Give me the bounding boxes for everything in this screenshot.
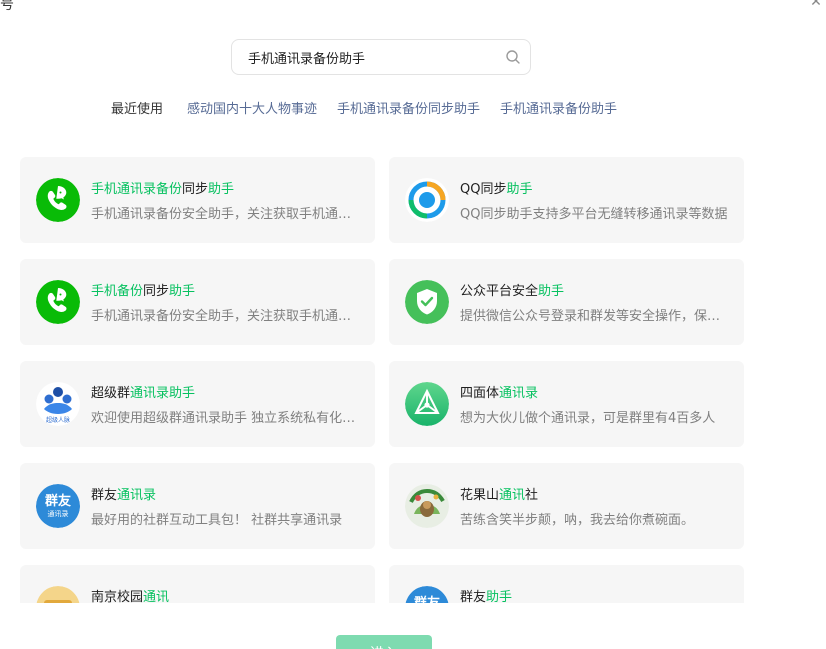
result-name-part: 花果山 (460, 488, 500, 503)
phone-chat-green-icon (36, 178, 80, 222)
result-description: 最好用的社群互动工具包！ 社群共享通讯录 (91, 513, 343, 528)
result-name-part: 同步 (143, 284, 170, 299)
search-icon[interactable] (505, 49, 521, 65)
qq-sync-icon (405, 178, 449, 222)
result-name-part: 同步 (182, 182, 209, 197)
result-name-part: 通讯 (143, 590, 170, 603)
shield-check-icon (405, 280, 449, 324)
super-group-icon: 超级人脉 (36, 382, 80, 426)
result-name: 群友通讯录 (91, 484, 156, 503)
result-name-part: 助手 (486, 590, 513, 603)
result-name-part: 通讯录助手 (130, 386, 196, 401)
result-name: QQ同步助手 (460, 178, 532, 197)
result-card[interactable]: 群友 通讯录 群友通讯录 最好用的社群互动工具包！ 社群共享通讯录 (20, 463, 375, 549)
result-description: 手机通讯录备份安全助手，关注获取手机通讯录备份服务 (91, 309, 359, 324)
result-name-part: 社 (525, 488, 539, 503)
result-description: 想为大伙儿做个通讯录，可是群里有4百多人 (460, 411, 716, 426)
result-name-part: 通讯 (499, 488, 526, 503)
result-name-part: 助手 (169, 284, 196, 299)
result-name-part: 超级群 (91, 386, 131, 401)
window-title: 号 (0, 0, 14, 13)
result-description: 欢迎使用超级群通讯录助手 独立系统私有化部署 (91, 411, 359, 426)
result-name: 公众平台安全助手 (460, 280, 564, 299)
result-name-part: 群友 (91, 488, 118, 503)
result-name: 手机备份同步助手 (91, 280, 195, 299)
monkey-avatar-icon (405, 484, 449, 528)
recent-item[interactable]: 感动国内十大人物事迹 (187, 98, 317, 117)
tetrahedron-icon (405, 382, 449, 426)
result-card[interactable]: 群友通讯录群友助手 (389, 565, 744, 603)
result-name: 手机通讯录备份同步助手 (91, 178, 234, 197)
result-name-part: 通讯录 (499, 386, 539, 401)
close-icon[interactable]: ✕ (808, 0, 824, 10)
search-input[interactable] (248, 40, 498, 74)
enter-button[interactable]: 进入 (336, 635, 432, 649)
svg-text:群友: 群友 (45, 493, 71, 509)
result-name: 超级群通讯录助手 (91, 382, 195, 401)
result-name-part: 助手 (208, 182, 235, 197)
result-name-part: 公众平台安全 (460, 284, 539, 299)
phone-chat-green-icon (36, 280, 80, 324)
result-name: 南京校园通讯 (91, 586, 169, 603)
result-name-part: 四面体 (460, 386, 500, 401)
result-card[interactable]: 公众平台安全助手提供微信公众号登录和群发等安全操作，保障帐号安全 (389, 259, 744, 345)
result-name-part: 手机通讯录备份 (91, 182, 183, 197)
recent-searches: 最近使用 感动国内十大人物事迹 手机通讯录备份同步助手 手机通讯录备份助手 (111, 97, 637, 117)
result-name: 四面体通讯录 (460, 382, 538, 401)
svg-text:通讯录: 通讯录 (48, 509, 69, 518)
campus-icon (36, 586, 80, 603)
result-card[interactable]: 超级人脉 超级群通讯录助手欢迎使用超级群通讯录助手 独立系统私有化部署 (20, 361, 375, 447)
qunyou-icon: 群友通讯录 (405, 586, 449, 603)
result-description: 提供微信公众号登录和群发等安全操作，保障帐号安全 (460, 309, 728, 324)
result-name-part: 手机备份 (91, 284, 144, 299)
result-card[interactable]: 花果山通讯社苦练含笑半步颠，呐，我去给你煮碗面。 (389, 463, 744, 549)
results-grid: 手机通讯录备份同步助手手机通讯录备份安全助手，关注获取手机通讯录备份服务QQ同步… (20, 157, 744, 603)
result-description: 手机通讯录备份安全助手，关注获取手机通讯录备份服务 (91, 207, 359, 222)
result-name-part: 助手 (538, 284, 565, 299)
result-name: 花果山通讯社 (460, 484, 538, 503)
svg-text:超级人脉: 超级人脉 (46, 416, 70, 424)
recent-item[interactable]: 手机通讯录备份同步助手 (337, 98, 480, 117)
recent-label: 最近使用 (111, 101, 164, 117)
result-card[interactable]: 手机通讯录备份同步助手手机通讯录备份安全助手，关注获取手机通讯录备份服务 (20, 157, 375, 243)
result-name-part: 南京校园 (91, 590, 144, 603)
result-card[interactable]: 四面体通讯录想为大伙儿做个通讯录，可是群里有4百多人 (389, 361, 744, 447)
result-name-part: 助手 (506, 182, 533, 197)
recent-item[interactable]: 手机通讯录备份助手 (500, 98, 617, 117)
search-box[interactable] (231, 39, 531, 75)
result-description: QQ同步助手支持多平台无缝转移通讯录等数据 (460, 207, 728, 222)
result-name-part: 通讯录 (117, 488, 157, 503)
svg-text:群友: 群友 (414, 595, 440, 603)
qunyou-icon: 群友通讯录 (36, 484, 80, 528)
result-card[interactable]: 手机备份同步助手手机通讯录备份安全助手，关注获取手机通讯录备份服务 (20, 259, 375, 345)
result-card[interactable]: 南京校园通讯 (20, 565, 375, 603)
result-name-part: QQ同步 (460, 182, 507, 197)
result-description: 苦练含笑半步颠，呐，我去给你煮碗面。 (460, 513, 695, 528)
result-name: 群友助手 (460, 586, 512, 603)
result-card[interactable]: QQ同步助手 QQ同步助手支持多平台无缝转移通讯录等数据 (389, 157, 744, 243)
result-name-part: 群友 (460, 590, 487, 603)
